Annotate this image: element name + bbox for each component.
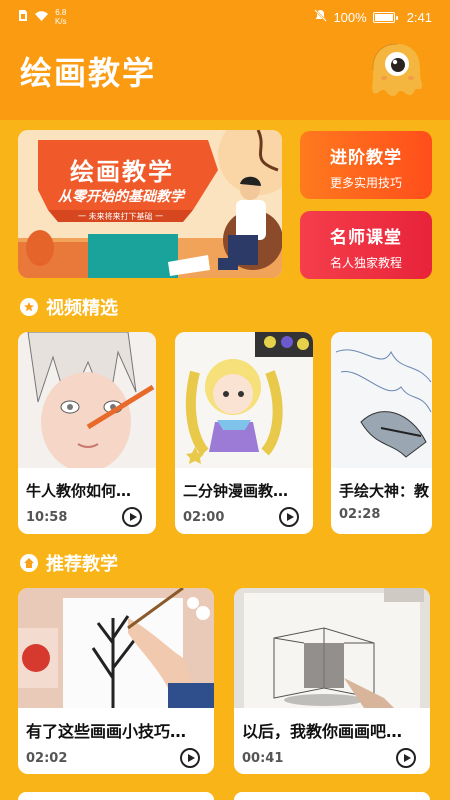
advanced-lessons-card[interactable]: 进阶教学 更多实用技巧 (300, 131, 432, 199)
section-header-videos: 视频精选 (20, 294, 118, 320)
recommended-title: 有了这些画画小技巧… (26, 722, 187, 741)
video-thumbnail (331, 332, 432, 468)
recommended-card-2[interactable]: 以后，我教你画画吧… 00:41 (234, 588, 430, 774)
master-class-title: 名师课堂 (330, 228, 402, 248)
battery-percent: 100% (333, 9, 367, 25)
battery-icon (372, 11, 398, 23)
banner-title: 绘画教学 (70, 158, 174, 186)
video-title: 手绘大神：教 (339, 482, 430, 500)
mute-icon (314, 9, 328, 25)
net-speed: 6.8 K/s (55, 8, 67, 26)
promo-banner[interactable]: 绘画教学 从零开始的基础教学 一 未来将来打下基础 一 (18, 130, 282, 278)
recommended-duration: 02:02 (26, 750, 68, 766)
advanced-lessons-subtitle: 更多实用技巧 (329, 176, 402, 190)
recommended-title: 以后，我教你画画吧… (242, 722, 403, 741)
banner-subtitle: 从零开始的基础教学 (58, 189, 184, 205)
sim-icon (18, 9, 28, 25)
recommended-thumbnail (18, 588, 214, 708)
video-card-1[interactable]: 牛人教你如何… 10:58 (18, 332, 156, 534)
star-icon (20, 298, 38, 316)
video-duration: 10:58 (26, 509, 68, 525)
play-icon[interactable] (122, 507, 142, 527)
video-thumbnail (18, 332, 156, 468)
master-class-card[interactable]: 名师课堂 名人独家教程 (300, 211, 432, 279)
section-title-recommended: 推荐教学 (46, 554, 118, 575)
home-icon (20, 554, 38, 572)
wifi-icon (34, 10, 49, 25)
recommended-card-1[interactable]: 有了这些画画小技巧… 02:02 (18, 588, 214, 774)
play-icon[interactable] (180, 748, 200, 768)
section-header-recommended: 推荐教学 (20, 550, 118, 576)
video-title: 牛人教你如何… (26, 482, 132, 500)
video-title: 二分钟漫画教… (183, 482, 289, 500)
video-thumbnail (175, 332, 313, 468)
video-card-3[interactable]: 手绘大神：教 02:28 (331, 332, 432, 534)
banner-note: 一 未来将来打下基础 一 (78, 212, 164, 221)
next-card-peek (234, 792, 430, 800)
video-duration: 02:00 (183, 509, 225, 525)
clock: 2:41 (406, 9, 432, 25)
advanced-lessons-title: 进阶教学 (330, 148, 402, 168)
recommended-duration: 00:41 (242, 750, 284, 766)
play-icon[interactable] (396, 748, 416, 768)
video-card-2[interactable]: 二分钟漫画教… 02:00 (175, 332, 313, 534)
page-title: 绘画教学 (20, 54, 157, 92)
section-title-videos: 视频精选 (46, 298, 118, 319)
status-bar: 6.8 K/s 100% 2:41 (0, 0, 450, 34)
master-class-subtitle: 名人独家教程 (329, 256, 402, 270)
play-icon[interactable] (279, 507, 299, 527)
mascot-avatar[interactable] (366, 40, 428, 98)
recommended-thumbnail (234, 588, 430, 708)
next-card-peek (18, 792, 214, 800)
video-duration: 02:28 (339, 507, 381, 522)
